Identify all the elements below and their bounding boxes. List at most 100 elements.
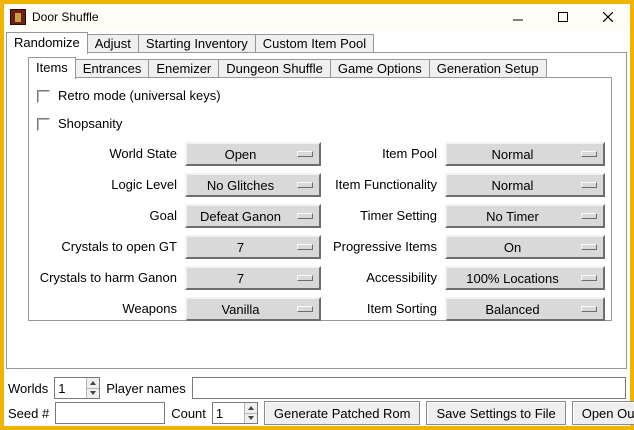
tab-custom-item-pool[interactable]: Custom Item Pool (255, 34, 374, 53)
logic-level-label: Logic Level (35, 173, 181, 197)
crystals-ganon-label: Crystals to harm Ganon (35, 266, 181, 290)
maximize-button[interactable] (540, 4, 585, 30)
window-title: Door Shuffle (32, 4, 99, 30)
item-pool-value: Normal (447, 147, 578, 162)
spin-up-arrow[interactable] (245, 403, 257, 414)
tab-randomize[interactable]: Randomize (6, 32, 88, 54)
logic-level-value: No Glitches (187, 178, 294, 193)
accessibility-value: 100% Locations (447, 271, 578, 286)
count-stepper[interactable] (212, 402, 258, 424)
tab-dungeon-shuffle[interactable]: Dungeon Shuffle (218, 59, 331, 78)
tab-starting-inventory[interactable]: Starting Inventory (138, 34, 256, 53)
progressive-items-dropdown[interactable]: On (445, 235, 605, 259)
goal-dropdown[interactable]: Defeat Ganon (185, 204, 321, 228)
accessibility-dropdown[interactable]: 100% Locations (445, 266, 605, 290)
count-spin-buttons (244, 403, 257, 423)
world-state-dropdown[interactable]: Open (185, 142, 321, 166)
shopsanity-checkbox[interactable] (37, 118, 50, 131)
dropdown-indicator-icon (581, 275, 597, 281)
crystals-gt-label: Crystals to open GT (35, 235, 181, 259)
window-controls (495, 4, 630, 30)
timer-setting-value: No Timer (447, 209, 578, 224)
crystals-ganon-dropdown[interactable]: 7 (185, 266, 321, 290)
item-pool-dropdown[interactable]: Normal (445, 142, 605, 166)
goal-label: Goal (35, 204, 181, 228)
minimize-button[interactable] (495, 4, 540, 30)
minimize-icon (513, 12, 523, 22)
generation-row: Seed # Count Generate Patched Rom Save S… (8, 401, 626, 425)
item-sorting-value: Balanced (447, 302, 578, 317)
retro-mode-row: Retro mode (universal keys) (37, 87, 611, 105)
spin-down-arrow[interactable] (87, 389, 99, 399)
crystals-ganon-value: 7 (187, 271, 294, 286)
down-triangle-icon (90, 391, 96, 395)
dropdown-indicator-icon (297, 275, 313, 281)
seed-input[interactable] (55, 402, 165, 424)
maximize-icon (558, 12, 568, 22)
progressive-items-value: On (447, 240, 578, 255)
logic-level-dropdown[interactable]: No Glitches (185, 173, 321, 197)
item-functionality-value: Normal (447, 178, 578, 193)
down-triangle-icon (248, 416, 254, 420)
dropdown-indicator-icon (297, 182, 313, 188)
save-settings-button[interactable]: Save Settings to File (426, 401, 565, 425)
dropdown-indicator-icon (297, 306, 313, 312)
timer-setting-label: Timer Setting (325, 204, 441, 228)
weapons-label: Weapons (35, 297, 181, 321)
close-icon (603, 12, 613, 22)
item-functionality-label: Item Functionality (325, 173, 441, 197)
timer-setting-dropdown[interactable]: No Timer (445, 204, 605, 228)
dropdown-indicator-icon (581, 182, 597, 188)
titlebar: Door Shuffle (4, 4, 630, 30)
retro-mode-label: Retro mode (universal keys) (58, 88, 221, 104)
spin-up-arrow[interactable] (87, 378, 99, 389)
tab-game-options[interactable]: Game Options (330, 59, 430, 78)
generate-patched-rom-button[interactable]: Generate Patched Rom (264, 401, 421, 425)
dropdown-indicator-icon (297, 244, 313, 250)
weapons-value: Vanilla (187, 302, 294, 317)
close-button[interactable] (585, 4, 630, 30)
worlds-stepper[interactable] (54, 377, 100, 399)
dropdown-indicator-icon (581, 213, 597, 219)
dropdown-indicator-icon (581, 151, 597, 157)
open-output-directory-button[interactable]: Open Output Directory (572, 401, 634, 425)
spin-down-arrow[interactable] (245, 414, 257, 424)
dropdown-indicator-icon (581, 244, 597, 250)
retro-mode-checkbox[interactable] (37, 90, 50, 103)
up-triangle-icon (90, 381, 96, 385)
player-names-label: Player names (106, 381, 185, 396)
crystals-gt-value: 7 (187, 240, 294, 255)
item-pool-label: Item Pool (325, 142, 441, 166)
world-state-label: World State (35, 142, 181, 166)
dropdown-indicator-icon (297, 151, 313, 157)
outer-tab-bar: Randomize Adjust Starting Inventory Cust… (6, 31, 373, 53)
weapons-dropdown[interactable]: Vanilla (185, 297, 321, 321)
door-shuffle-window: Door Shuffle Randomize Adjust Starting I… (0, 0, 634, 430)
items-page: Retro mode (universal keys) Shopsanity W… (28, 77, 612, 321)
tab-enemizer[interactable]: Enemizer (148, 59, 219, 78)
multiworld-row: Worlds Player names (8, 376, 626, 400)
shopsanity-row: Shopsanity (37, 115, 611, 133)
count-input[interactable] (213, 403, 244, 423)
item-sorting-label: Item Sorting (325, 297, 441, 321)
worlds-label: Worlds (8, 381, 48, 396)
tab-items[interactable]: Items (28, 57, 76, 79)
worlds-input[interactable] (55, 378, 86, 398)
dropdown-indicator-icon (581, 306, 597, 312)
world-state-value: Open (187, 147, 294, 162)
settings-grid: World State Open Item Pool Normal Logic … (35, 142, 611, 321)
item-sorting-dropdown[interactable]: Balanced (445, 297, 605, 321)
up-triangle-icon (248, 406, 254, 410)
tab-generation-setup[interactable]: Generation Setup (429, 59, 547, 78)
tab-entrances[interactable]: Entrances (75, 59, 150, 78)
progressive-items-label: Progressive Items (325, 235, 441, 259)
item-functionality-dropdown[interactable]: Normal (445, 173, 605, 197)
app-icon (10, 9, 26, 25)
crystals-gt-dropdown[interactable]: 7 (185, 235, 321, 259)
goal-value: Defeat Ganon (187, 209, 294, 224)
inner-tab-bar: Items Entrances Enemizer Dungeon Shuffle… (28, 57, 546, 78)
accessibility-label: Accessibility (325, 266, 441, 290)
tab-adjust[interactable]: Adjust (87, 34, 139, 53)
dropdown-indicator-icon (297, 213, 313, 219)
player-names-input[interactable] (192, 377, 626, 399)
